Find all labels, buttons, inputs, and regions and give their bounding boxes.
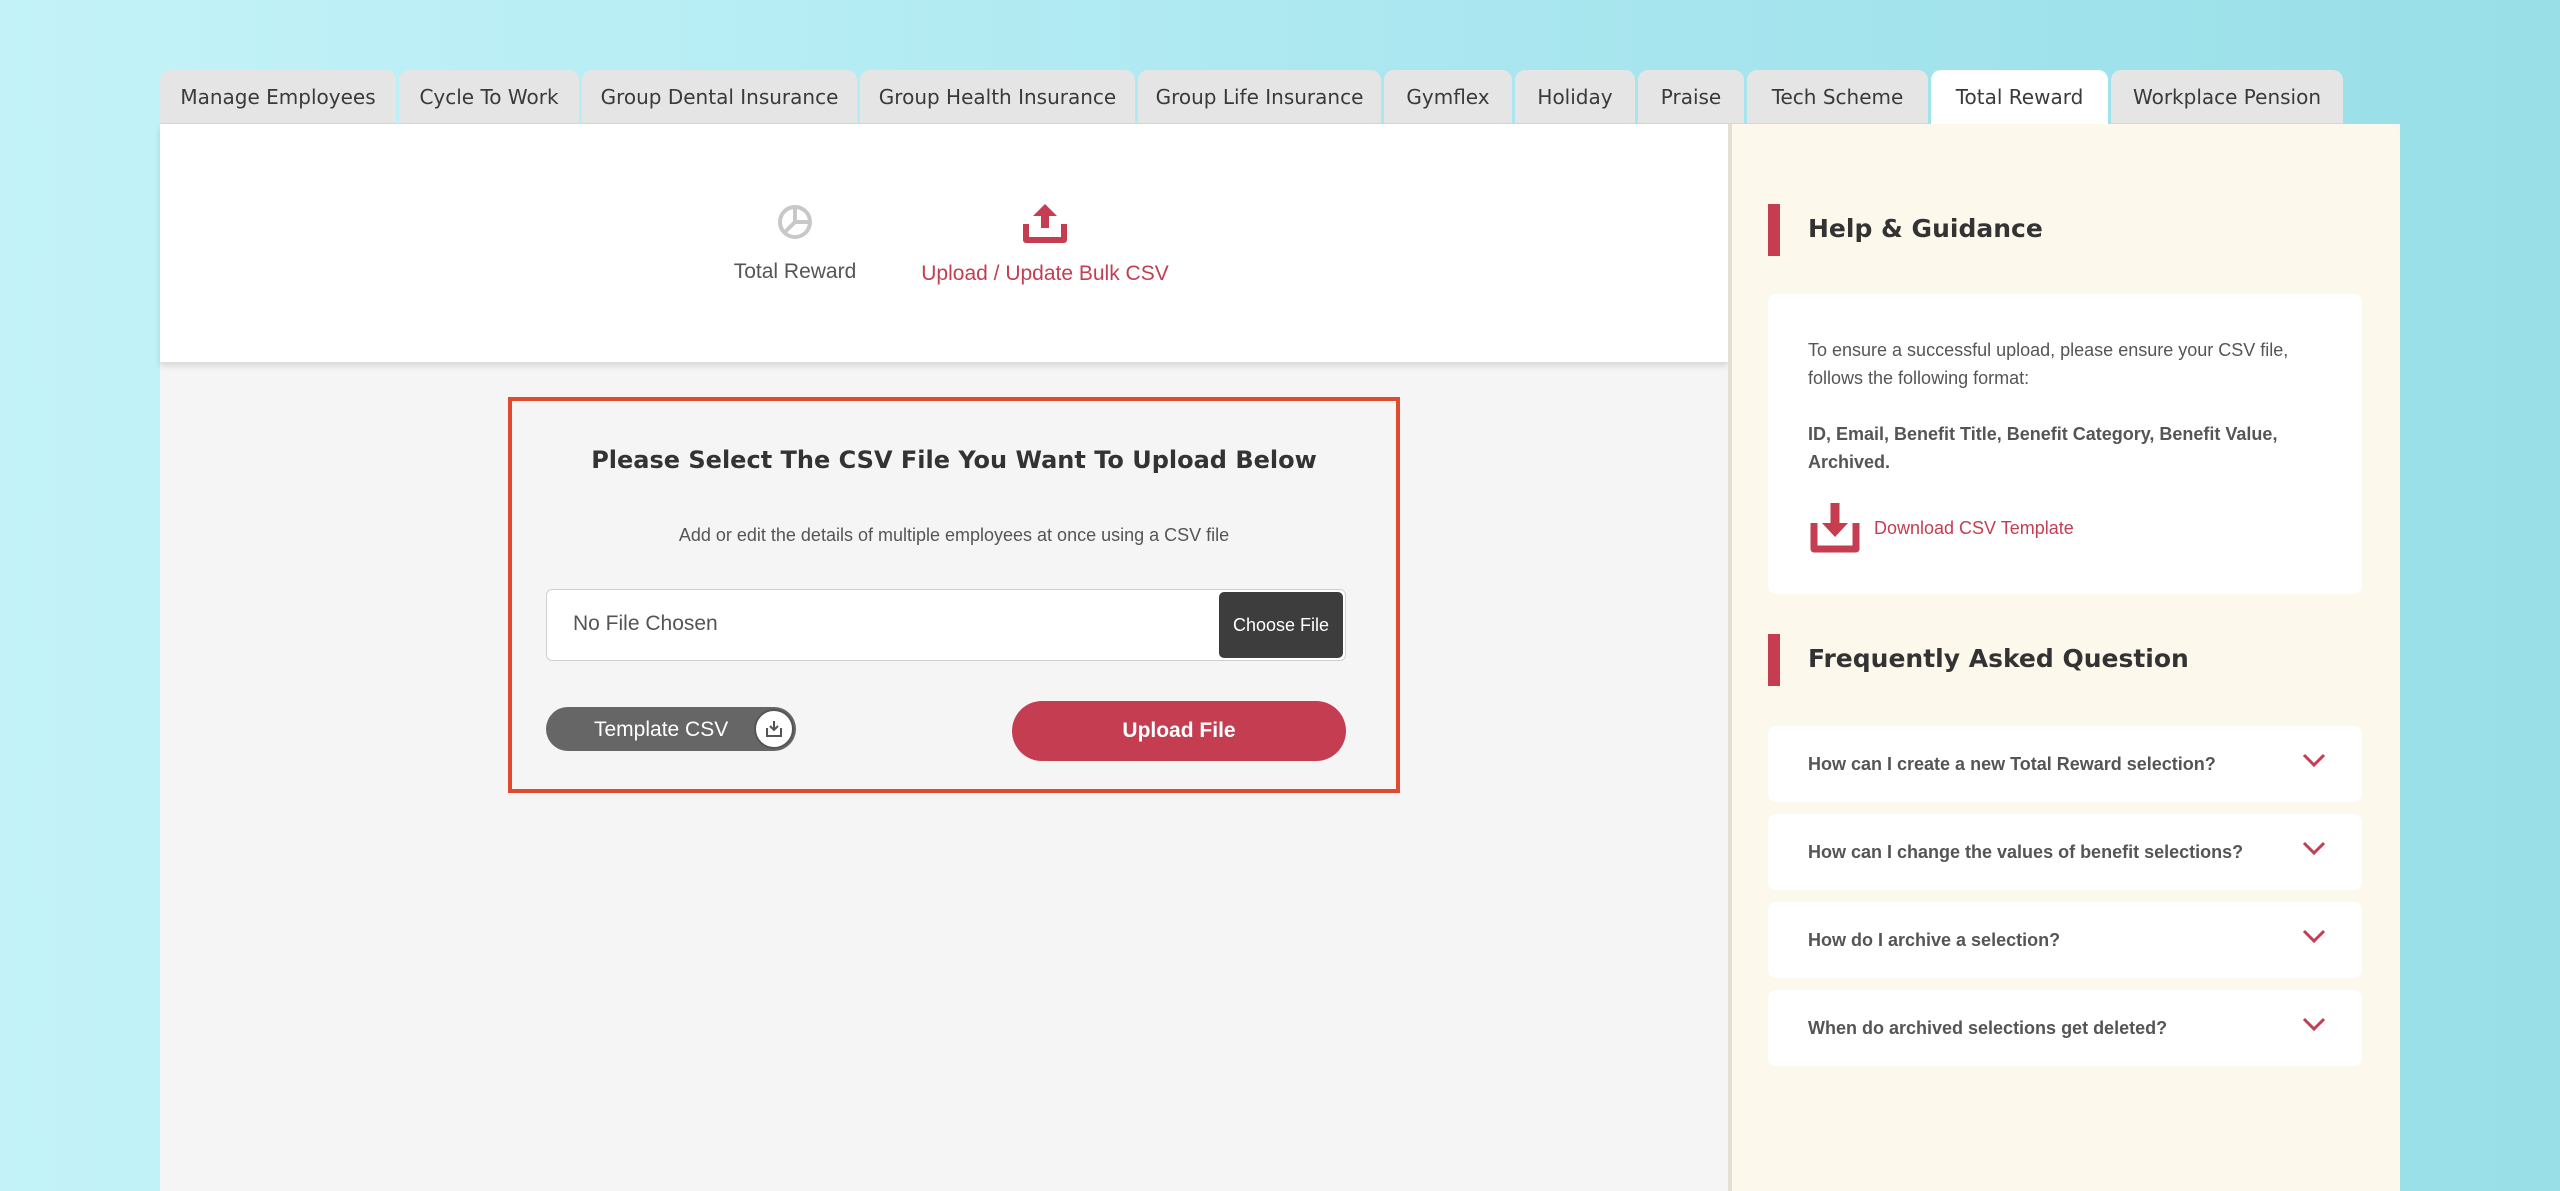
download-csv-template-link[interactable]: Download CSV Template bbox=[1808, 500, 2074, 556]
content-area: Total Reward Upload / Update Bulk CSV Pl… bbox=[160, 124, 1728, 1191]
choose-file-button[interactable]: Choose File bbox=[1219, 592, 1343, 658]
sub-navigation: Total Reward Upload / Update Bulk CSV bbox=[160, 124, 1728, 362]
tab-holiday[interactable]: Holiday bbox=[1515, 70, 1635, 124]
upload-subtitle: Add or edit the details of multiple empl… bbox=[678, 525, 1230, 545]
help-text: To ensure a successful upload, please en… bbox=[1808, 340, 2289, 388]
tab-manage-employees[interactable]: Manage Employees bbox=[160, 70, 396, 124]
subnav-upload-csv-label: Upload / Update Bulk CSV bbox=[921, 262, 1169, 285]
faq-question: How do I archive a selection? bbox=[1808, 930, 2061, 950]
chevron-down-icon bbox=[2302, 753, 2326, 768]
tab-group-dental-insurance[interactable]: Group Dental Insurance bbox=[582, 70, 857, 124]
chevron-down-icon bbox=[2302, 1017, 2326, 1032]
pie-chart-icon bbox=[778, 205, 812, 239]
tab-workplace-pension[interactable]: Workplace Pension bbox=[2111, 70, 2343, 124]
faq-item[interactable]: How can I create a new Total Reward sele… bbox=[1768, 726, 2362, 802]
help-format: ID, Email, Benefit Title, Benefit Catego… bbox=[1808, 424, 2278, 472]
help-sidebar: Help & Guidance To ensure a successful u… bbox=[1728, 124, 2400, 1191]
help-card: To ensure a successful upload, please en… bbox=[1768, 294, 2362, 594]
file-input-value: No File Chosen bbox=[573, 612, 718, 635]
tab-cycle-to-work[interactable]: Cycle To Work bbox=[399, 70, 579, 124]
tab-praise[interactable]: Praise bbox=[1638, 70, 1744, 124]
faq-question: How can I create a new Total Reward sele… bbox=[1808, 754, 2216, 774]
tab-group-life-insurance[interactable]: Group Life Insurance bbox=[1138, 70, 1381, 124]
csv-upload-box: Please Select The CSV File You Want To U… bbox=[508, 397, 1400, 793]
chevron-down-icon bbox=[2302, 929, 2326, 944]
download-icon bbox=[754, 709, 794, 749]
download-template-icon bbox=[1810, 503, 1860, 553]
tab-tech-scheme[interactable]: Tech Scheme bbox=[1747, 70, 1928, 124]
upload-icon bbox=[1023, 204, 1067, 243]
download-csv-template-label: Download CSV Template bbox=[1874, 517, 2074, 538]
tab-group-health-insurance[interactable]: Group Health Insurance bbox=[860, 70, 1135, 124]
faq-question: When do archived selections get deleted? bbox=[1808, 1018, 2168, 1038]
chevron-down-icon bbox=[2302, 841, 2326, 856]
help-header-bar bbox=[1768, 204, 1780, 256]
faq-item[interactable]: How can I change the values of benefit s… bbox=[1768, 814, 2362, 890]
subnav-total-reward[interactable]: Total Reward bbox=[715, 202, 875, 284]
upload-title: Please Select The CSV File You Want To U… bbox=[591, 446, 1317, 474]
template-csv-button[interactable]: Template CSV bbox=[546, 707, 796, 751]
faq-item[interactable]: How do I archive a selection? bbox=[1768, 902, 2362, 978]
template-csv-label: Template CSV bbox=[594, 718, 729, 741]
help-title: Help & Guidance bbox=[1808, 214, 2043, 243]
faq-question: How can I change the values of benefit s… bbox=[1808, 842, 2244, 862]
faq-header-bar bbox=[1768, 634, 1780, 686]
file-input[interactable]: No File Chosen Choose File bbox=[546, 589, 1346, 661]
subnav-total-reward-label: Total Reward bbox=[733, 260, 857, 283]
faq-title: Frequently Asked Question bbox=[1808, 644, 2189, 673]
tab-total-reward[interactable]: Total Reward bbox=[1931, 70, 2108, 124]
faq-item[interactable]: When do archived selections get deleted? bbox=[1768, 990, 2362, 1066]
upload-file-button[interactable]: Upload File bbox=[1012, 701, 1346, 761]
tab-gymflex[interactable]: Gymflex bbox=[1384, 70, 1512, 124]
benefit-tabs: Manage Employees Cycle To Work Group Den… bbox=[160, 70, 2346, 124]
subnav-upload-csv[interactable]: Upload / Update Bulk CSV bbox=[910, 200, 1180, 286]
